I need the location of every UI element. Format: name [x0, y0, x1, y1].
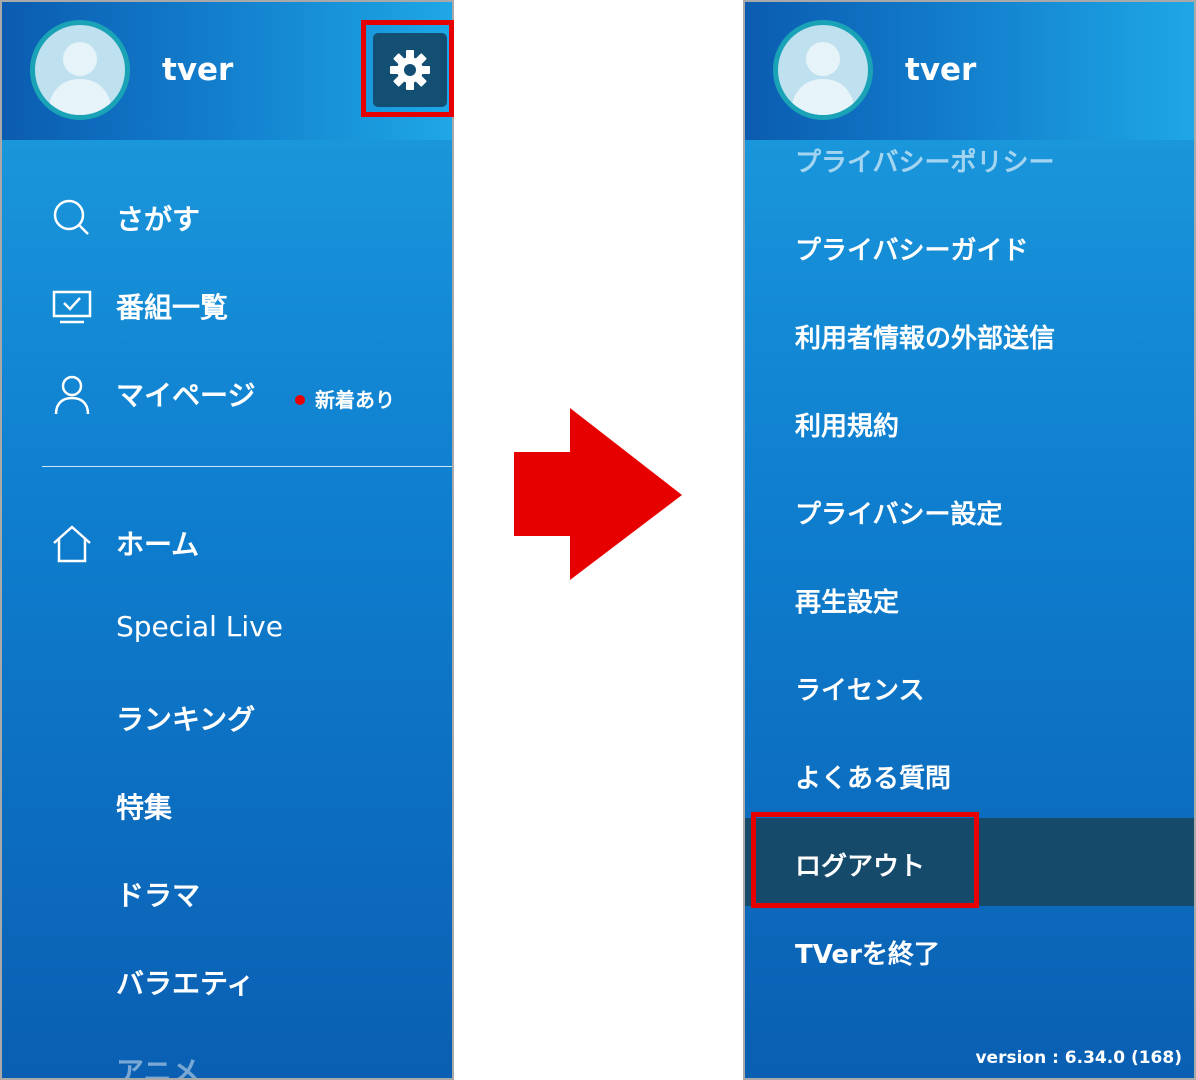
nav-label: マイページ [116, 379, 256, 412]
nav-label: 特集 [116, 791, 173, 824]
nav-item-home[interactable]: ホーム [2, 519, 452, 569]
username: tver [162, 52, 234, 88]
tv-icon [52, 290, 92, 324]
nav-label: ドラマ [116, 879, 201, 912]
menu-item-external-transmission[interactable]: 利用者情報の外部送信 [745, 290, 1194, 378]
settings-drawer-panel: tver プライバシーポリシー プライバシーガイド 利用者情報の外部送信 利用規… [743, 0, 1196, 1080]
menu-item-privacy-settings[interactable]: プライバシー設定 [745, 466, 1194, 554]
app-version: version : 6.34.0 (168) [975, 1048, 1182, 1068]
nav-label: アニメ [116, 1055, 200, 1080]
nav-item-ranking[interactable]: ランキング [2, 694, 452, 744]
menu-item-privacy-guide[interactable]: プライバシーガイド [745, 202, 1194, 290]
username: tver [905, 52, 977, 88]
nav-item-feature[interactable]: 特集 [2, 782, 452, 832]
menu-label: よくある質問 [795, 764, 952, 794]
search-icon [53, 199, 89, 235]
nav-label: バラエティ [116, 967, 255, 1000]
logout-highlight-box [751, 812, 979, 908]
avatar[interactable] [30, 20, 130, 120]
nav-item-special-live[interactable]: Special Live [2, 606, 452, 656]
nav-label: 番組一覧 [116, 291, 229, 324]
settings-highlight-box [361, 20, 454, 117]
nav-item-variety[interactable]: バラエティ [2, 958, 452, 1008]
right-arrow-icon [514, 408, 682, 580]
new-dot-icon [295, 394, 305, 405]
menu-label: 利用者情報の外部送信 [795, 324, 1056, 354]
nav-label: ホーム [116, 528, 200, 561]
new-badge: 新着あり [295, 384, 395, 413]
nav-item-mypage[interactable]: マイページ 新着あり [2, 370, 452, 420]
menu-label: TVerを終了 [795, 940, 940, 970]
menu-label: プライバシー設定 [795, 500, 1003, 530]
nav-item-anime[interactable]: アニメ [2, 1046, 452, 1080]
left-drawer-panel: tver さがす 番組一覧 マイページ 新着あり ホーム Special Liv… [0, 0, 454, 1080]
menu-item-playback-settings[interactable]: 再生設定 [745, 554, 1194, 642]
nav-item-search[interactable]: さがす [2, 194, 452, 244]
person-silhouette-icon [790, 42, 856, 115]
avatar[interactable] [773, 20, 873, 120]
menu-item-license[interactable]: ライセンス [745, 642, 1194, 730]
menu-item-quit[interactable]: TVerを終了 [745, 906, 1194, 994]
nav-item-drama[interactable]: ドラマ [2, 870, 452, 920]
menu-label: ライセンス [795, 676, 925, 706]
menu-item-faq[interactable]: よくある質問 [745, 730, 1194, 818]
nav-label: ランキング [116, 703, 256, 736]
nav-label: Special Live [116, 610, 283, 643]
menu-label: 再生設定 [795, 588, 900, 618]
menu-label: プライバシーポリシー [795, 148, 1055, 178]
nav-item-program-list[interactable]: 番組一覧 [2, 282, 452, 332]
home-icon [53, 525, 91, 563]
menu-label: プライバシーガイド [795, 236, 1029, 266]
person-icon [54, 375, 90, 415]
menu-item-privacy-policy[interactable]: プライバシーポリシー [745, 114, 1194, 202]
nav-label: さがす [116, 203, 201, 236]
menu-item-terms[interactable]: 利用規約 [745, 378, 1194, 466]
person-silhouette-icon [47, 42, 113, 115]
divider [42, 466, 452, 467]
menu-label: 利用規約 [795, 412, 900, 442]
